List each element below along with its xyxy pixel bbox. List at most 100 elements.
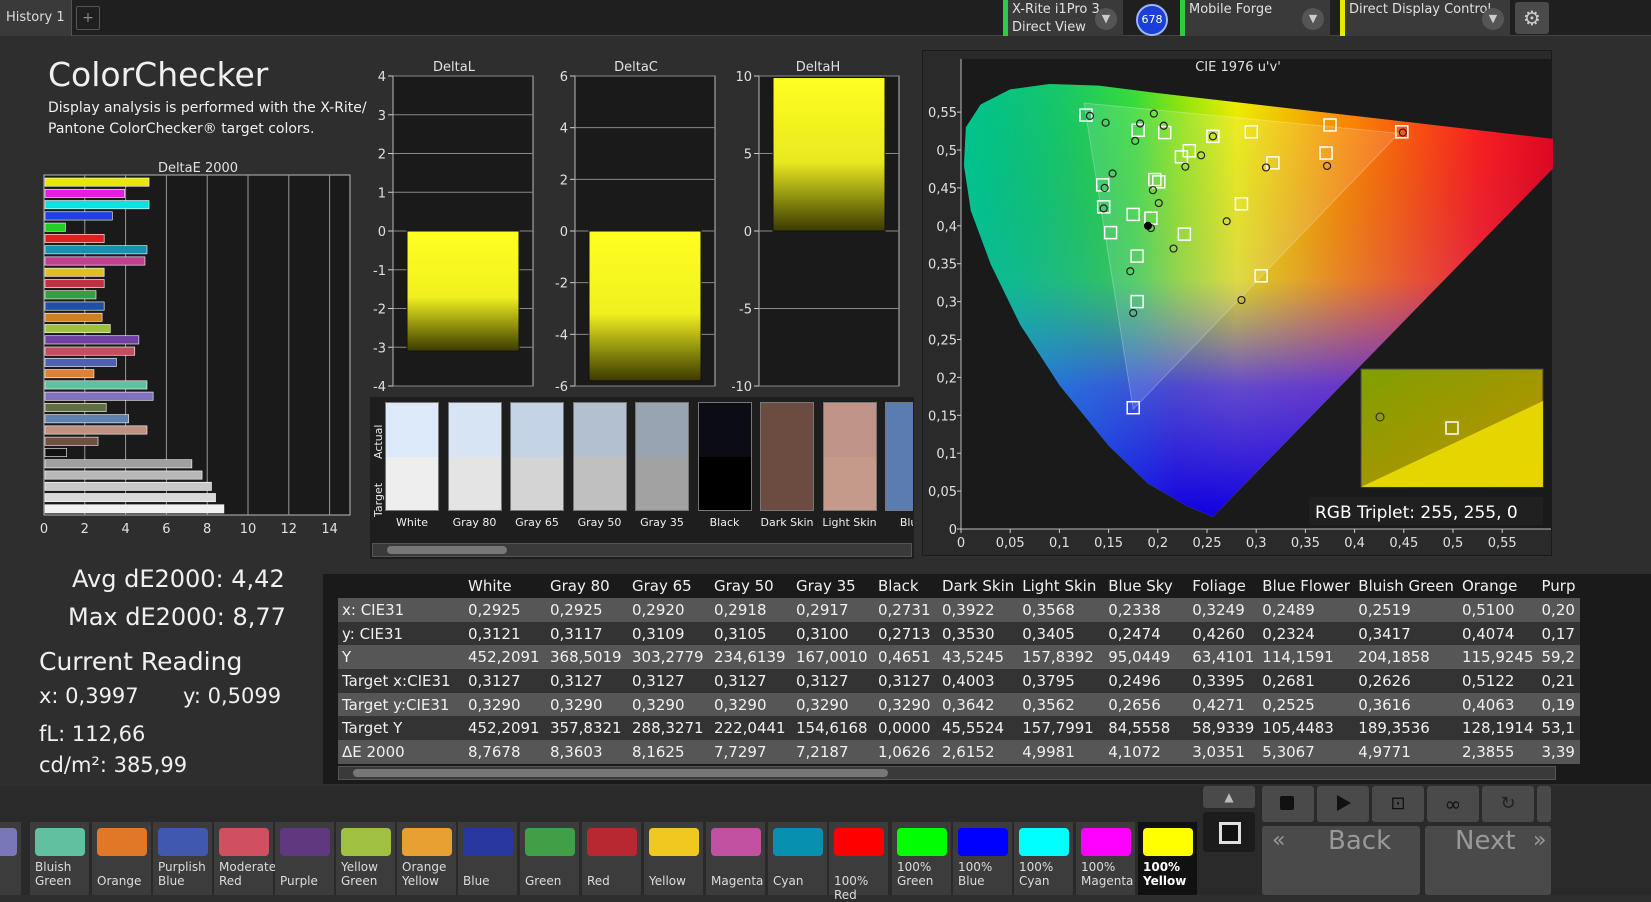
patch-label-line-2: Red xyxy=(587,874,610,888)
chevron-up-icon: ▲ xyxy=(1224,790,1234,804)
rgb-triplet: RGB Triplet: 255, 255, 0 xyxy=(1315,503,1518,523)
table-cell: 0,2525 xyxy=(1258,692,1355,717)
play-button[interactable] xyxy=(1317,786,1369,822)
table-cell: 0,2489 xyxy=(1258,598,1355,622)
patch-100-green[interactable]: 100% Green xyxy=(892,822,952,895)
patch-color-chip xyxy=(402,828,452,856)
patch-color-chip xyxy=(1081,828,1131,856)
patch-color-chip xyxy=(525,828,575,856)
patch-label-line-1: Orange xyxy=(402,860,447,874)
patch-label-line-1: Purplish xyxy=(158,860,206,874)
patch-cyan[interactable]: Cyan xyxy=(768,822,828,895)
stop-patch-button[interactable] xyxy=(1203,812,1255,852)
patch-label-line-2: 100% Red xyxy=(834,874,869,902)
loop-button[interactable]: ∞ xyxy=(1427,786,1479,822)
cie-title: CIE 1976 u'v' xyxy=(1195,60,1281,75)
stop-button[interactable] xyxy=(1262,786,1314,822)
refresh-icon: ↻ xyxy=(1500,793,1516,814)
next-label: Next xyxy=(1455,826,1516,856)
column-header[interactable]: Bluish Green xyxy=(1354,574,1458,598)
patch-color-chip xyxy=(35,828,85,856)
patch-magenta[interactable]: Magenta xyxy=(706,822,766,895)
table-cell: 0,3417 xyxy=(1354,621,1458,646)
x-tick-label: 0,4 xyxy=(1344,536,1365,551)
infinity-icon: ∞ xyxy=(1444,792,1462,816)
table-cell: 0,5100 xyxy=(1457,598,1538,622)
patch-label-line-2: Blue xyxy=(158,874,185,888)
table-cell: 59,2 xyxy=(1537,645,1580,670)
patch-yellow[interactable]: Yellow xyxy=(644,822,704,895)
x-tick-label: 0,3 xyxy=(1246,536,1267,551)
stop-square-icon xyxy=(1219,822,1241,844)
patch-label-line-2: Magenta xyxy=(711,874,764,888)
patch-yellow-green[interactable]: Yellow Green xyxy=(336,822,396,895)
patch-label-line-1: 100% xyxy=(1081,860,1116,874)
table-cell: 0,2626 xyxy=(1354,669,1458,693)
patch-green[interactable]: Green xyxy=(520,822,580,895)
patch-color-chip xyxy=(1019,828,1069,856)
patch-label-line-1 xyxy=(711,860,767,874)
patch-label-line-1: 100% xyxy=(897,860,932,874)
patch-ver[interactable]: ver xyxy=(0,822,22,895)
patch-color-chip xyxy=(711,828,761,856)
profile-dropdown[interactable]: Mobile Forge ▼ xyxy=(1180,0,1330,36)
patch-moderate-red[interactable]: Moderate Red xyxy=(214,822,276,895)
table-cell: 204,1858 xyxy=(1354,645,1458,670)
patch-label-line-1: Yellow xyxy=(341,860,378,874)
patch-label-line-1 xyxy=(280,860,336,874)
table-cell: 0,2324 xyxy=(1258,621,1355,646)
table-cell: 189,3536 xyxy=(1354,716,1458,741)
play-icon xyxy=(1337,795,1351,811)
patch-100-red[interactable]: 100% Red xyxy=(829,822,890,902)
patch-label-line-1 xyxy=(97,860,153,874)
scroll-up-button[interactable]: ▲ xyxy=(1203,786,1255,808)
patch-purplish-blue[interactable]: Purplish Blue xyxy=(153,822,213,895)
patch-label-line-2: Green xyxy=(897,874,934,888)
table-cell: 0,2681 xyxy=(1258,669,1355,693)
patch-label-line-2: Green xyxy=(35,874,72,888)
patch-label-line-1: 100% xyxy=(958,860,993,874)
refresh-button[interactable]: ↻ xyxy=(1482,786,1534,822)
patch-color-chip xyxy=(97,828,147,856)
control-dropdown[interactable]: Direct Display Control ▼ xyxy=(1340,0,1510,36)
back-button[interactable]: « Back xyxy=(1262,826,1420,895)
patch-orange-yellow[interactable]: Orange Yellow xyxy=(397,822,457,895)
table-cell: 114,1591 xyxy=(1258,645,1355,670)
patch-color-chip xyxy=(1143,828,1193,856)
x-tick-label: 0,35 xyxy=(1291,536,1320,551)
patch-orange[interactable]: Orange xyxy=(92,822,152,895)
patch-label-line-2: Blue xyxy=(463,874,490,888)
more-button[interactable] xyxy=(1537,786,1551,822)
patch-color-chip xyxy=(958,828,1008,856)
chevron-down-icon: ▼ xyxy=(1482,8,1504,30)
gear-icon[interactable]: ⚙ xyxy=(1515,2,1549,34)
x-tick-label: 0,55 xyxy=(1488,536,1517,551)
patch-list: verBluishGreenOrangePurplishBlueModerate… xyxy=(0,0,1200,902)
patch-label-line-1: 100% xyxy=(1019,860,1054,874)
table-cell: 3,39 xyxy=(1537,740,1580,764)
patch-red[interactable]: Red xyxy=(582,822,642,895)
patch-color-chip xyxy=(341,828,391,856)
column-header[interactable]: Orange xyxy=(1457,574,1538,598)
column-header[interactable]: Purp xyxy=(1537,574,1580,598)
step-button[interactable]: ⊡ xyxy=(1372,786,1424,822)
next-button[interactable]: Next » xyxy=(1425,826,1551,895)
patch-100-cyan[interactable]: 100% Cyan xyxy=(1014,822,1074,895)
patch-100-magenta[interactable]: 100% Magenta xyxy=(1076,822,1136,895)
patch-color-chip xyxy=(773,828,823,856)
patch-label-line-1 xyxy=(834,860,890,874)
table-cell: 128,1914 xyxy=(1457,716,1538,741)
patch-label-line-2: Green xyxy=(341,874,378,888)
patch-100-yellow[interactable]: 100% Yellow xyxy=(1138,822,1198,895)
patch-purple[interactable]: Purple xyxy=(275,822,335,895)
column-header[interactable]: Blue Flower xyxy=(1258,574,1355,598)
back-label: Back xyxy=(1328,826,1392,856)
patch-100-blue[interactable]: 100% Blue xyxy=(953,822,1013,895)
patch-bluish-green[interactable]: Bluish Green xyxy=(30,822,90,895)
patch-blue[interactable]: Blue xyxy=(458,822,518,895)
x-tick-label: 0,45 xyxy=(1389,536,1418,551)
patch-color-chip xyxy=(463,828,513,856)
table-cell: 0,2519 xyxy=(1354,598,1458,622)
patch-color-chip xyxy=(834,828,884,856)
table-cell: 53,1 xyxy=(1537,716,1580,741)
